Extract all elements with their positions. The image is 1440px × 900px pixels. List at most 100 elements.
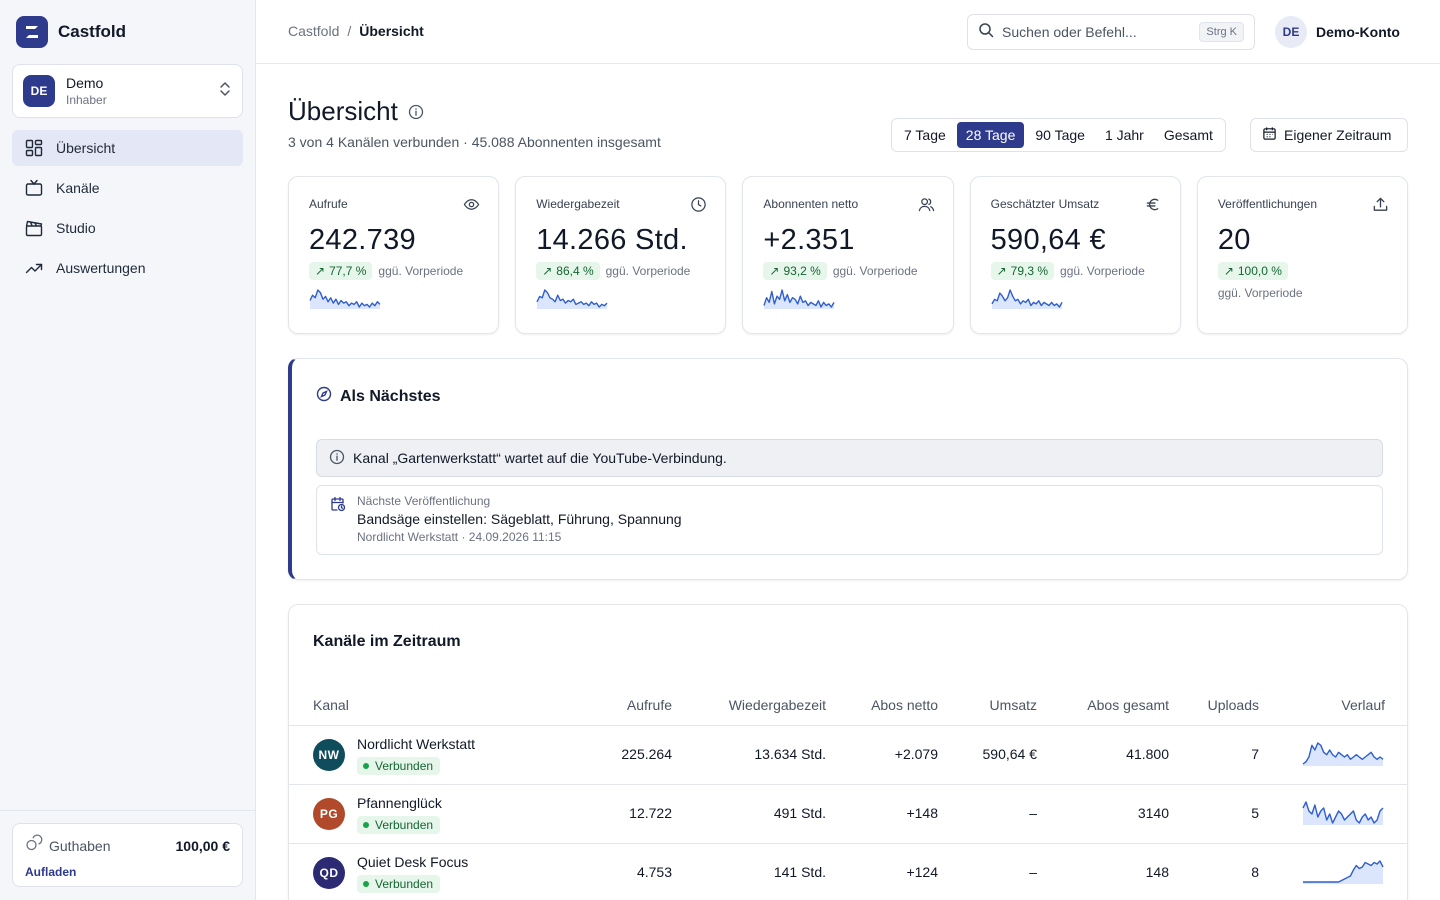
account-switcher[interactable]: DE Demo Inhaber: [12, 64, 243, 118]
credit-value: 100,00 €: [175, 837, 231, 854]
sidebar-footer: Guthaben 100,00 € Aufladen: [0, 810, 255, 900]
sparkline: [1302, 742, 1384, 766]
stat-label: Veröffentlichungen: [1217, 197, 1318, 211]
breadcrumb-separator: /: [347, 23, 352, 39]
range-90-days[interactable]: 90 Tage: [1026, 122, 1094, 148]
sidebar-item-label: Studio: [56, 220, 96, 236]
cell-views: 4.753: [636, 864, 672, 880]
status-badge: Verbunden: [357, 816, 441, 834]
cell-watchtime: 491 Std.: [773, 805, 826, 821]
delta-caption: ggü. Vorperiode: [378, 264, 464, 278]
cell-subs-total: 148: [1145, 864, 1169, 880]
range-7-days[interactable]: 7 Tage: [895, 122, 955, 148]
cell-uploads: 8: [1251, 864, 1259, 880]
info-icon: [329, 449, 345, 468]
credit-label: Guthaben: [49, 837, 111, 854]
castfold-logo-icon: [16, 16, 48, 48]
stat-value: 242.739: [309, 224, 416, 256]
range-selector: 7 Tage 28 Tage 90 Tage 1 Jahr Gesamt: [891, 118, 1226, 152]
calendar-icon: [1262, 126, 1277, 144]
next-up-card: Als Nächstes Kanal „Gartenwerkstatt“ war…: [288, 358, 1408, 580]
cell-uploads: 5: [1251, 805, 1259, 821]
delta-value: 79,3 %: [1010, 264, 1049, 278]
delta-badge: ↗ 79,3 %: [990, 262, 1055, 280]
channel-avatar: QD: [313, 857, 345, 889]
cell-views: 225.264: [621, 746, 672, 762]
grid-icon: [25, 139, 43, 157]
range-1-year[interactable]: 1 Jahr: [1096, 122, 1153, 148]
range-all[interactable]: Gesamt: [1155, 122, 1222, 148]
page-subtitle: 3 von 4 Kanälen verbunden · 45.088 Abonn…: [288, 134, 661, 150]
breadcrumb-current: Übersicht: [359, 23, 424, 39]
compass-icon: [316, 386, 332, 407]
arrow-up-right-icon: ↗: [315, 264, 326, 278]
info-icon[interactable]: [408, 96, 424, 127]
column-verlauf: Verlauf: [1341, 697, 1385, 713]
delta-value: 93,2 %: [783, 264, 821, 278]
account-avatar: DE: [23, 75, 55, 107]
column-abos-gesamt[interactable]: Abos gesamt: [1087, 697, 1169, 713]
table-row[interactable]: QD Quiet Desk Focus Verbunden 4.753 141 …: [289, 844, 1407, 900]
page-title: Übersicht: [288, 96, 424, 127]
next-publication-meta: Nordlicht Werkstatt · 24.09.2026 11:15: [357, 530, 562, 544]
next-publication[interactable]: Nächste Veröffentlichung Bandsäge einste…: [316, 485, 1383, 555]
sidebar-item-auswertungen[interactable]: Auswertungen: [12, 250, 243, 286]
search-input[interactable]: Suchen oder Befehl... Strg K: [967, 14, 1255, 50]
sidebar-item-studio[interactable]: Studio: [12, 210, 243, 246]
stat-card-aufrufe: Aufrufe 242.739 ↗ 77,7 % ggü. Vorperiode: [288, 176, 500, 334]
page-title-text: Übersicht: [288, 96, 398, 126]
delta-value: 100,0 %: [1237, 264, 1282, 278]
column-aufrufe[interactable]: Aufrufe: [627, 697, 672, 713]
table-row[interactable]: PG Pfannenglück Verbunden 12.722 491 Std…: [289, 785, 1407, 844]
status-badge: Verbunden: [357, 757, 441, 775]
breadcrumb: Castfold / Übersicht: [288, 23, 424, 39]
connection-notice: Kanal „Gartenwerkstatt“ wartet auf die Y…: [316, 439, 1383, 477]
cell-revenue: 590,64 €: [982, 746, 1038, 762]
tv-icon: [25, 179, 43, 196]
user-menu[interactable]: DE Demo-Konto: [1275, 16, 1400, 48]
stat-value: 20: [1217, 224, 1251, 256]
brand[interactable]: Castfold: [16, 16, 126, 48]
column-umsatz[interactable]: Umsatz: [990, 697, 1037, 713]
cell-subs-total: 41.800: [1126, 746, 1169, 762]
delta-badge: ↗ 93,2 %: [763, 262, 827, 280]
range-28-days[interactable]: 28 Tage: [956, 122, 1025, 148]
channel-avatar: PG: [313, 798, 345, 830]
sidebar-nav: Übersicht Kanäle Studio Auswertungen: [12, 130, 243, 290]
sparkline-area: [991, 290, 1062, 309]
avatar: DE: [1275, 16, 1307, 48]
sidebar-item-uebersicht[interactable]: Übersicht: [12, 130, 243, 166]
column-kanal[interactable]: Kanal: [313, 697, 349, 713]
column-uploads[interactable]: Uploads: [1208, 697, 1259, 713]
delta-caption: ggü. Vorperiode: [605, 264, 691, 278]
arrow-up-right-icon: ↗: [769, 264, 780, 278]
euro-icon: [1145, 196, 1162, 218]
cell-uploads: 7: [1251, 746, 1259, 762]
delta-badge: ↗ 86,4 %: [536, 262, 600, 280]
breadcrumb-root[interactable]: Castfold: [288, 23, 339, 39]
delta-badge: ↗ 77,7 %: [309, 262, 373, 280]
stat-card-veroeffentlichungen: Veröffentlichungen 20 ↗ 100,0 % ggü. Vorp…: [1196, 176, 1409, 334]
stat-label: Wiedergabezeit: [536, 197, 620, 211]
users-icon: [918, 196, 935, 218]
column-abos-netto[interactable]: Abos netto: [871, 697, 938, 713]
cell-revenue: –: [1029, 864, 1037, 880]
user-name: Demo-Konto: [1316, 24, 1400, 40]
top-up-link[interactable]: Aufladen: [25, 865, 230, 879]
calendar-clock-icon: [330, 496, 346, 517]
custom-range-button[interactable]: Eigener Zeitraum: [1250, 118, 1408, 152]
delta-caption: ggü. Vorperiode: [1060, 264, 1145, 278]
search-shortcut: Strg K: [1199, 22, 1244, 42]
table-header: Kanal Aufrufe Wiedergabezeit Abos netto …: [289, 685, 1407, 726]
status-badge: Verbunden: [357, 875, 441, 893]
sparkline-area: [1303, 743, 1383, 766]
sidebar-item-label: Auswertungen: [56, 260, 146, 276]
next-up-title-text: Als Nächstes: [340, 387, 441, 405]
sidebar-item-kanaele[interactable]: Kanäle: [12, 170, 243, 206]
cell-revenue: –: [1029, 805, 1037, 821]
stat-value: 14.266 Std.: [536, 224, 688, 256]
sparkline-area: [1303, 861, 1383, 884]
account-role: Inhaber: [66, 93, 107, 107]
column-wiedergabezeit[interactable]: Wiedergabezeit: [729, 697, 826, 713]
table-row[interactable]: NW Nordlicht Werkstatt Verbunden 225.264…: [289, 726, 1407, 785]
